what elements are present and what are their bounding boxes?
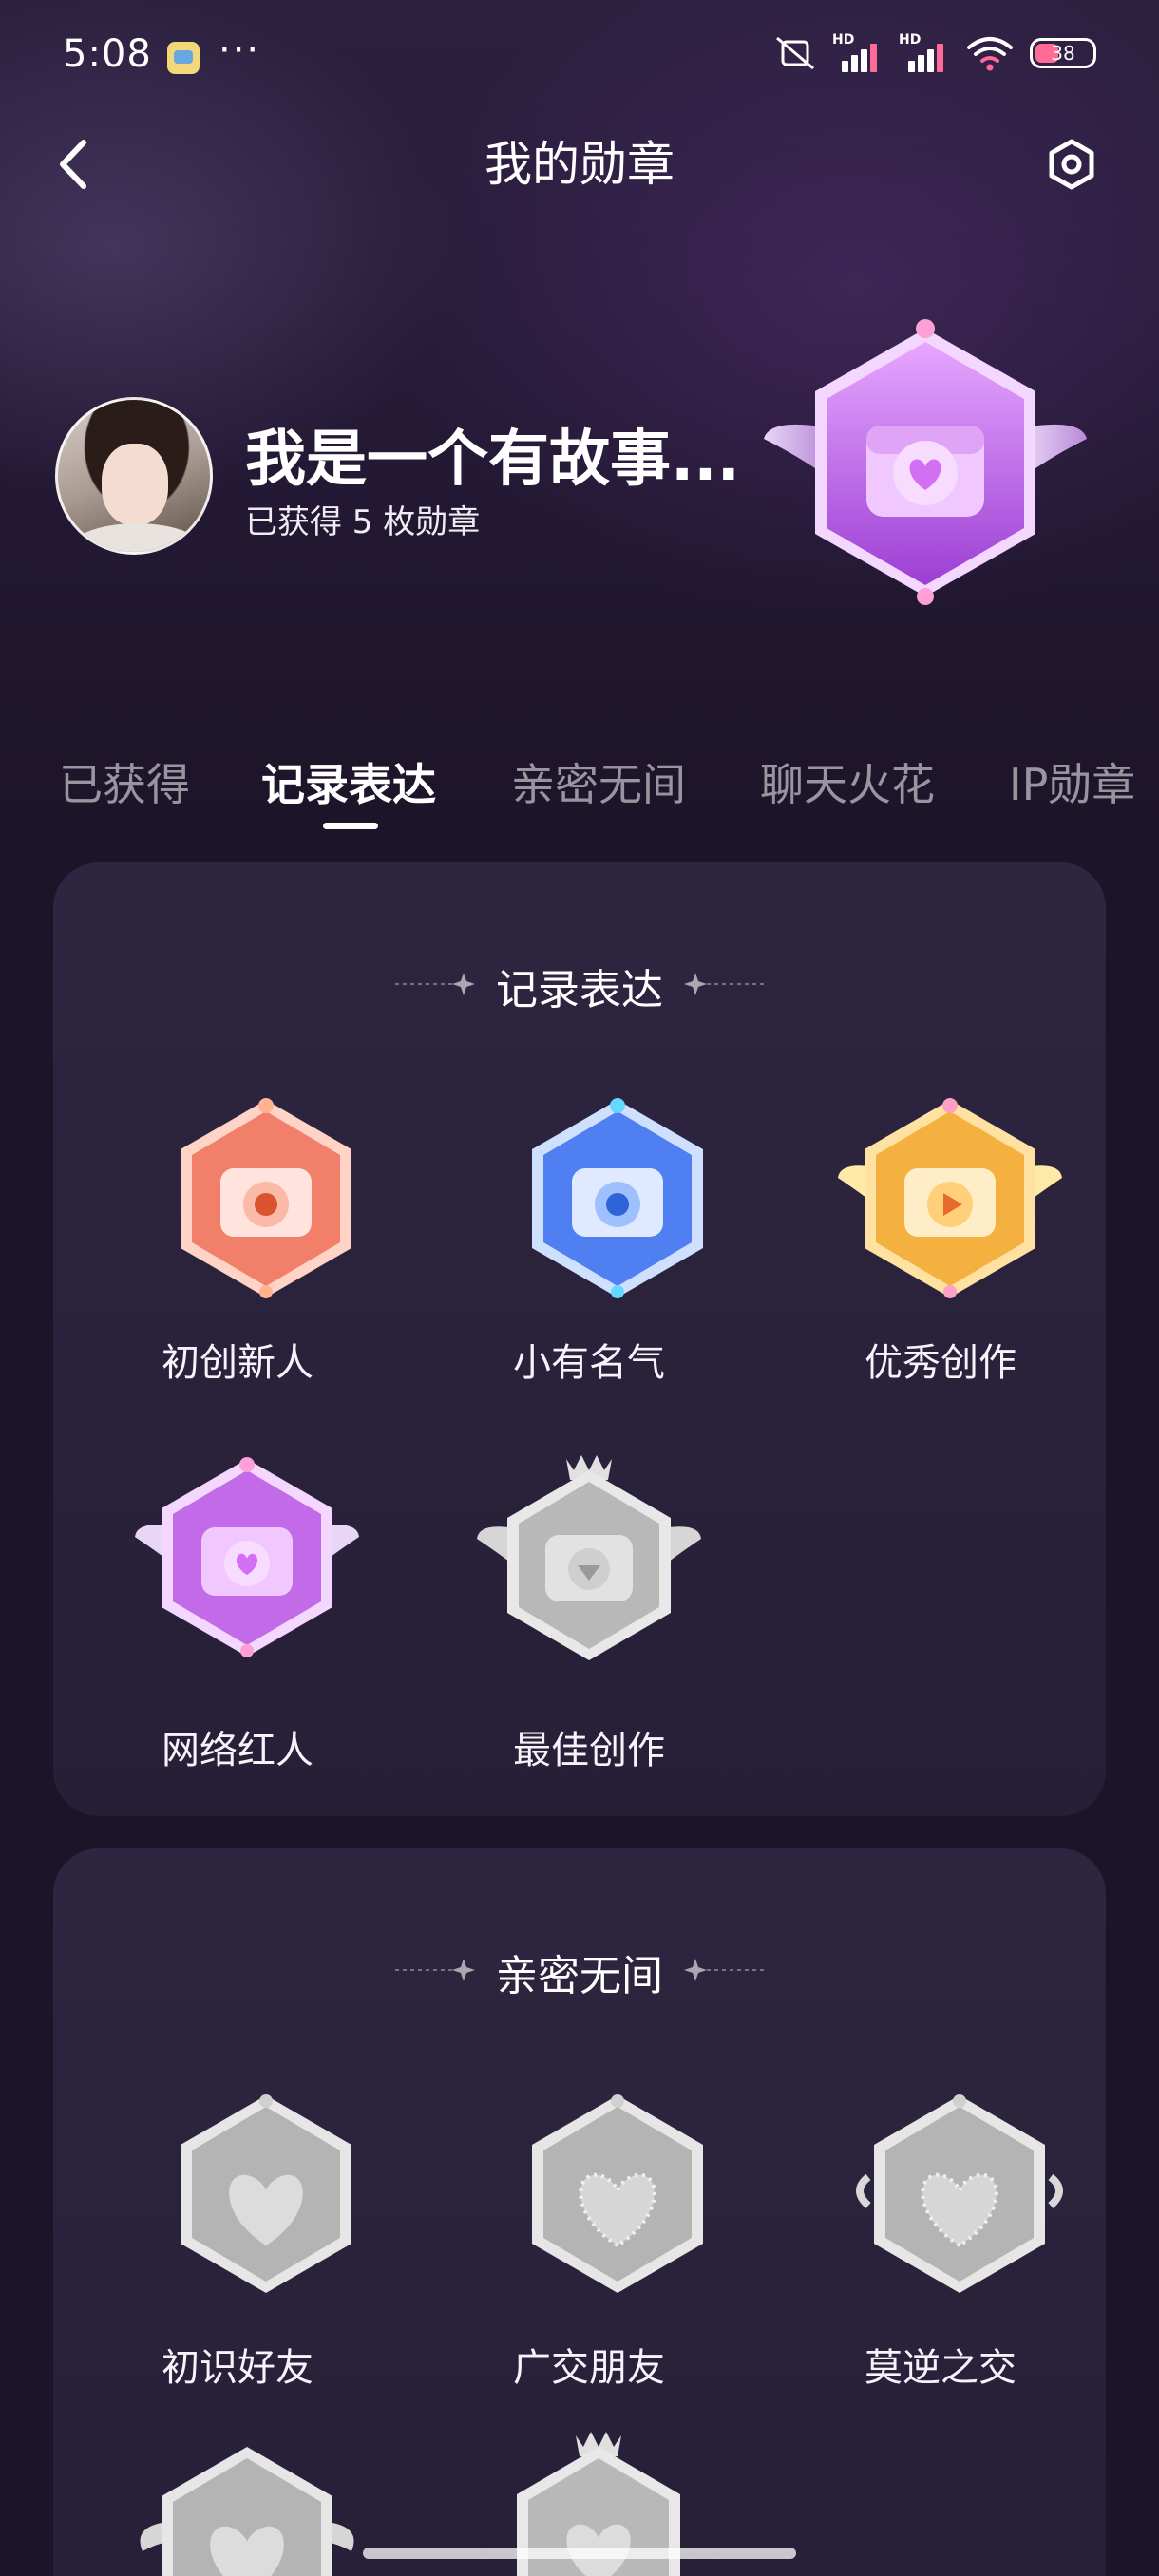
status-time: 5:08 bbox=[63, 32, 152, 76]
battery-icon: 38 bbox=[1030, 38, 1096, 68]
badge-label: 网络红人 bbox=[162, 1729, 314, 1772]
camera-badge-orange-icon bbox=[180, 1098, 352, 1298]
heart-badge-locked-icon bbox=[140, 2447, 354, 2576]
heart-badge-locked-icon bbox=[180, 2094, 352, 2293]
more-notifications-icon: ··· bbox=[218, 28, 261, 72]
cellular-signal-1-icon: HD bbox=[832, 32, 884, 72]
page-title: 我的勋章 bbox=[484, 137, 674, 192]
camera-badge-locked-icon bbox=[477, 1455, 701, 1660]
badge-label: 最佳创作 bbox=[513, 1729, 665, 1772]
active-tab-indicator bbox=[323, 823, 378, 829]
badge-label: 初创新人 bbox=[162, 1341, 314, 1385]
settings-icon[interactable] bbox=[1045, 138, 1098, 191]
title-right-decoration-icon bbox=[684, 973, 764, 995]
camera-badge-blue-icon bbox=[532, 1098, 703, 1298]
wifi-icon bbox=[967, 37, 1013, 71]
badge-label: 初识好友 bbox=[162, 2346, 314, 2390]
tab-chat-spark[interactable]: 聊天火花 bbox=[760, 750, 935, 813]
notification-app-icon bbox=[167, 42, 200, 74]
section-title: 记录表达 bbox=[496, 966, 663, 1014]
home-indicator[interactable] bbox=[363, 2548, 796, 2559]
section-title: 亲密无间 bbox=[496, 1952, 663, 2000]
mute-vibrate-icon bbox=[776, 36, 814, 70]
heart-badge-locked-icon bbox=[532, 2094, 703, 2293]
status-bar: 5:08 ··· HD HD 38 bbox=[0, 0, 1159, 114]
badge-label: 莫逆之交 bbox=[864, 2346, 1016, 2390]
tab-record-expression[interactable]: 记录表达 bbox=[261, 750, 436, 813]
tab-intimate[interactable]: 亲密无间 bbox=[511, 750, 686, 813]
tab-earned[interactable]: 已获得 bbox=[59, 750, 190, 813]
earned-badge-count: 已获得 5 枚勋章 bbox=[245, 503, 481, 541]
heart-badge-locked-icon bbox=[856, 2094, 1063, 2293]
camera-badge-purple-icon bbox=[135, 1457, 359, 1657]
camera-badge-gold-icon bbox=[838, 1098, 1062, 1298]
badge-label: 优秀创作 bbox=[864, 1341, 1016, 1385]
cellular-signal-2-icon: HD bbox=[899, 32, 950, 72]
badge-label: 小有名气 bbox=[513, 1341, 665, 1385]
user-name: 我是一个有故事... bbox=[245, 425, 740, 495]
section-record-expression: 记录表达 初创新人 小有名气 优秀创作 网络红人 最佳创作 bbox=[53, 862, 1106, 1816]
title-right-decoration-icon bbox=[684, 1959, 764, 1981]
avatar[interactable] bbox=[55, 397, 213, 555]
featured-badge-camera-icon[interactable] bbox=[760, 313, 1091, 627]
section-intimate: 亲密无间 初识好友 广交朋友 莫逆之交 bbox=[53, 1848, 1106, 2576]
category-tabs: 已获得 记录表达 亲密无间 聊天火花 IP勋章 bbox=[0, 750, 1159, 836]
tab-ip-badges[interactable]: IP勋章 bbox=[1009, 750, 1135, 813]
badge-label: 广交朋友 bbox=[513, 2346, 665, 2390]
